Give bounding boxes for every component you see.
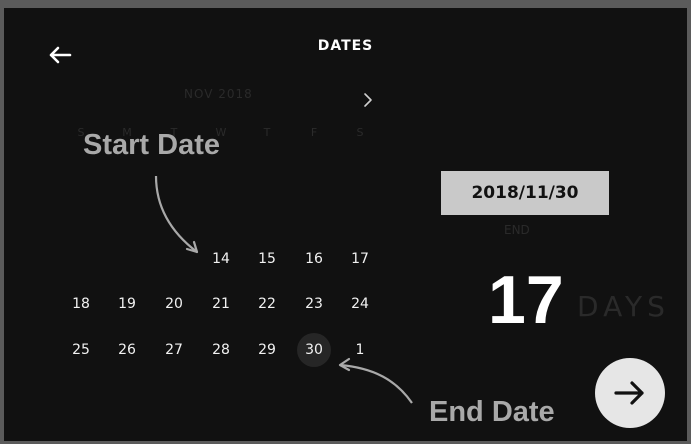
date-sublabel: END [504, 223, 530, 237]
day-count: 17 [488, 262, 564, 338]
arrow-right-icon [614, 381, 644, 405]
end-arrow [339, 363, 413, 404]
annotation-arrows [154, 175, 413, 404]
start-arrow [154, 175, 198, 253]
selected-date-box: 2018/11/30 [441, 171, 609, 215]
dates-screen: DATES NOV 2018 S M T W T F S 14 15 16 17… [0, 0, 691, 444]
day-count-unit: DAYS [577, 290, 670, 323]
next-button[interactable] [595, 358, 665, 428]
